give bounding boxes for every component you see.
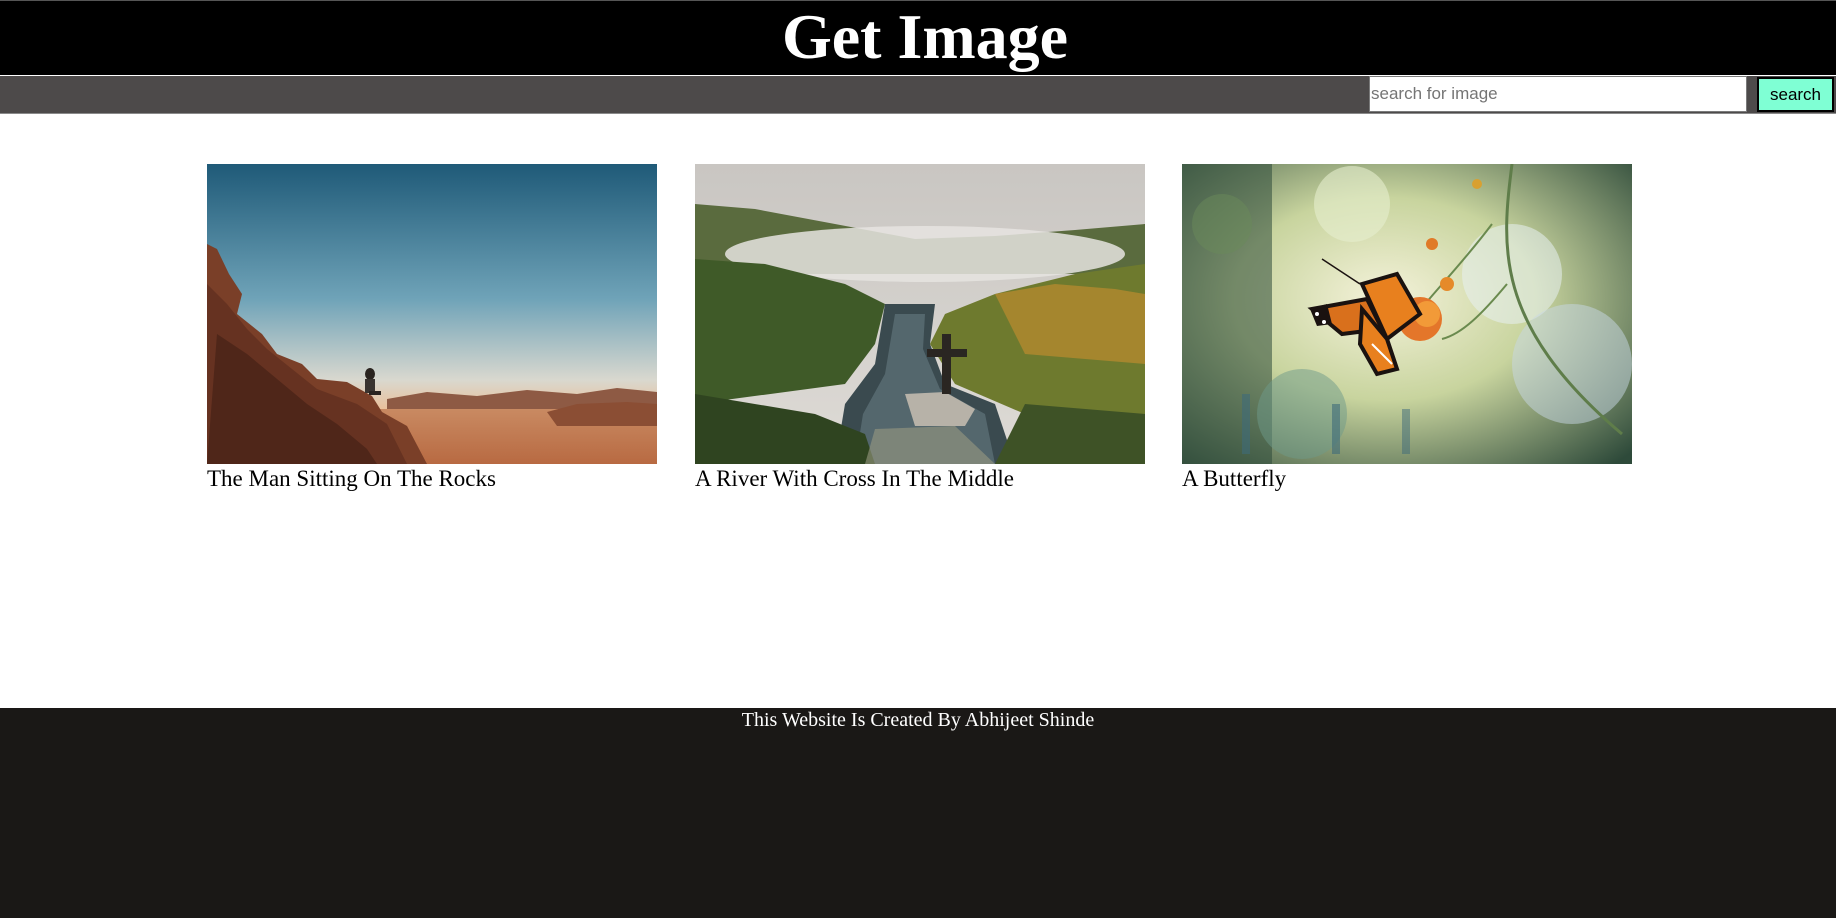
site-footer: This Website Is Created By Abhijeet Shin…: [0, 708, 1836, 918]
site-header: Get Image: [0, 0, 1836, 75]
gallery-caption: A Butterfly: [1182, 466, 1287, 491]
gallery-caption: The Man Sitting On The Rocks: [207, 466, 496, 491]
gallery-card: The Man Sitting On The Rocks: [207, 164, 657, 494]
gallery-card: A River With Cross In The Middle: [695, 164, 1145, 494]
search-bar: search: [0, 76, 1836, 114]
gallery-caption: A River With Cross In The Middle: [695, 466, 1014, 491]
gallery-card: A Butterfly: [1182, 164, 1632, 494]
search-input[interactable]: [1369, 76, 1747, 112]
site-title: Get Image: [781, 1, 1069, 72]
gallery-image-desert-sunset: [207, 164, 657, 464]
search-button[interactable]: search: [1757, 77, 1834, 112]
footer-credit: This Website Is Created By Abhijeet Shin…: [741, 709, 1095, 731]
gallery-image-butterfly: [1182, 164, 1632, 464]
gallery-image-river-cross: [695, 164, 1145, 464]
